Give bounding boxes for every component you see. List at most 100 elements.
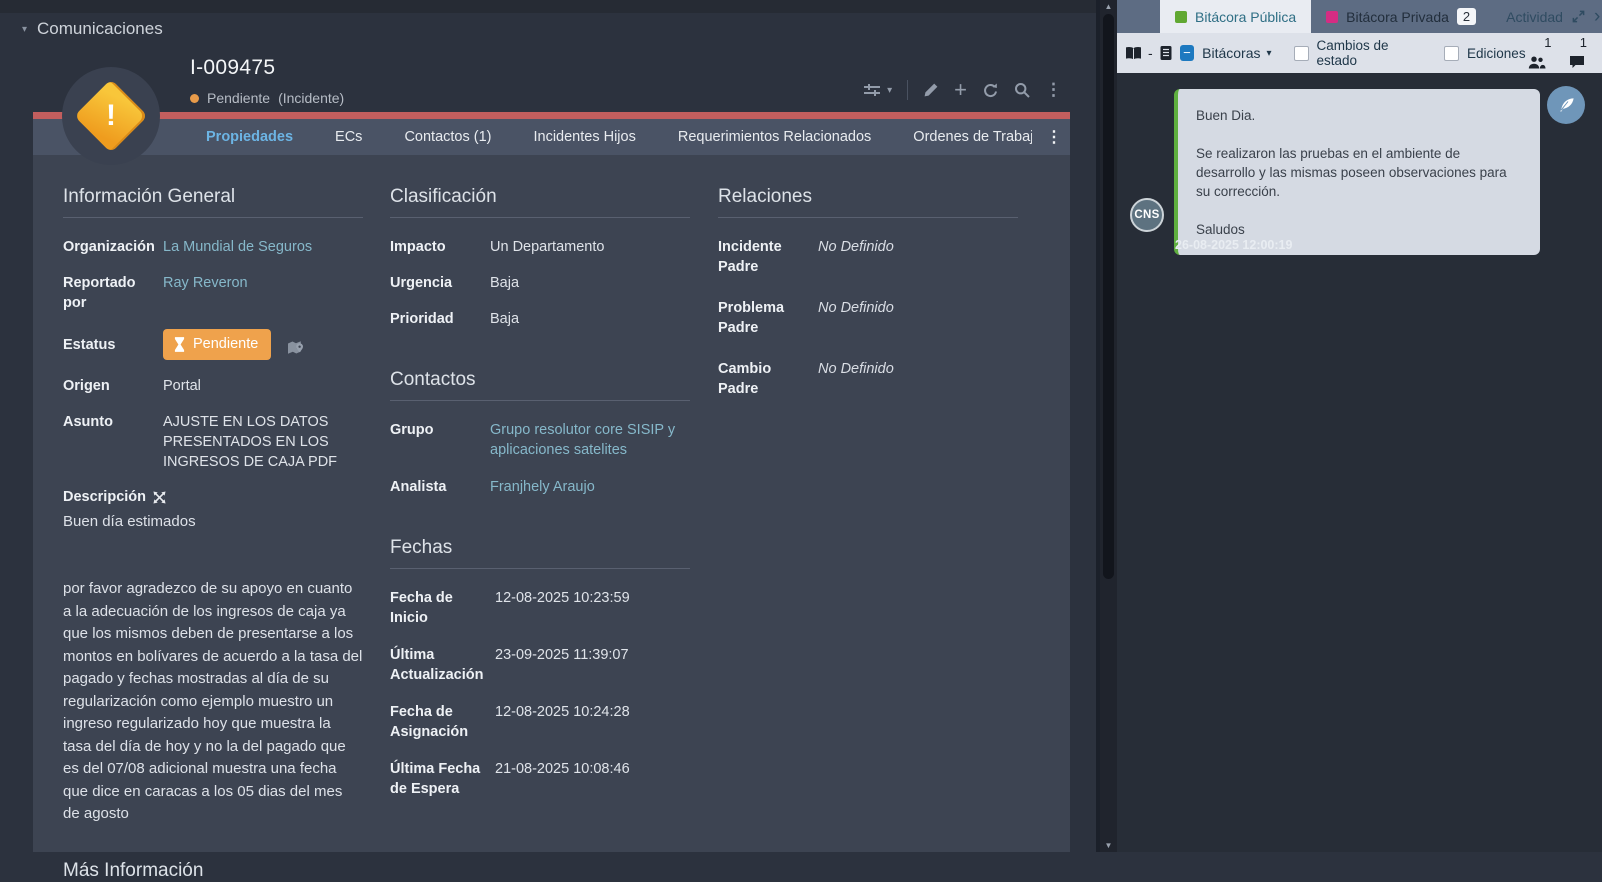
- fecha-inicio-value: 12-08-2025 10:23:59: [495, 588, 690, 628]
- ediciones-checkbox[interactable]: [1444, 46, 1459, 61]
- communications-header: ▾ Comunicaciones: [22, 19, 163, 39]
- expand-icon[interactable]: [153, 491, 166, 504]
- log-toolbar: - − Bitácoras ▾ Cambios de estado Edicio…: [1117, 33, 1602, 73]
- clasificacion-contactos-fechas-column: Clasificación Impacto Un Departamento Ur…: [390, 155, 690, 815]
- ediciones-label: Ediciones: [1467, 46, 1526, 61]
- tab-contactos[interactable]: Contactos (1): [383, 129, 512, 145]
- filter-icon[interactable]: [863, 82, 881, 98]
- scroll-up-icon[interactable]: ▲: [1100, 2, 1117, 11]
- field-impacto: Impacto Un Departamento: [390, 237, 690, 257]
- prioridad-value: Baja: [490, 309, 690, 329]
- organizacion-link[interactable]: La Mundial de Seguros: [163, 237, 363, 257]
- impacto-value: Un Departamento: [490, 237, 690, 257]
- incidente-padre-value: No Definido: [818, 237, 1018, 277]
- field-analista: Analista Franjhely Araujo: [390, 477, 690, 497]
- new-entry-button[interactable]: [1547, 86, 1585, 124]
- descripcion-header: Descripción: [63, 489, 363, 505]
- info-general-section: Información General Organización La Mund…: [63, 155, 363, 882]
- field-prioridad: Prioridad Baja: [390, 309, 690, 329]
- bitacoras-dropdown[interactable]: Bitácoras ▾: [1202, 45, 1271, 61]
- field-origen: Origen Portal: [63, 376, 363, 396]
- descripcion-greeting: Buen día estimados: [63, 511, 363, 533]
- field-label: Última Fecha de Espera: [390, 759, 495, 799]
- tab-bitacora-privada[interactable]: Bitácora Privada 2: [1311, 0, 1491, 33]
- status-badge-label: Pendiente: [193, 334, 258, 354]
- estatus-value: Pendiente: [163, 329, 363, 360]
- tab-bitacora-privada-label: Bitácora Privada: [1346, 9, 1449, 25]
- search-icon[interactable]: [1014, 82, 1030, 98]
- field-label: Cambio Padre: [718, 359, 818, 399]
- log-tabbar: Bitácora Pública Bitácora Privada 2 Acti…: [1117, 0, 1602, 33]
- people-icon[interactable]: [1528, 56, 1546, 69]
- tab-propiedades[interactable]: Propiedades: [185, 129, 314, 145]
- field-label: Fecha de Asignación: [390, 702, 495, 742]
- info-general-title: Información General: [63, 186, 363, 218]
- relaciones-section: Relaciones Incidente Padre No Definido P…: [718, 155, 1018, 415]
- tab-actividad-label: Actividad: [1506, 9, 1563, 25]
- properties-panel: Información General Organización La Mund…: [33, 155, 1070, 852]
- add-icon[interactable]: +: [954, 82, 967, 98]
- urgencia-value: Baja: [490, 273, 690, 293]
- relaciones-title: Relaciones: [718, 186, 1018, 218]
- asunto-value: AJUSTE EN LOS DATOS PRESENTADOS EN LOS I…: [163, 412, 363, 472]
- scroll-down-icon[interactable]: ▼: [1100, 841, 1117, 850]
- status-dot-icon: [190, 94, 199, 103]
- field-reportado-por: Reportado por Ray Reveron: [63, 273, 363, 313]
- field-label: Fecha de Inicio: [390, 588, 495, 628]
- field-label: Analista: [390, 477, 490, 497]
- cambios-de-estado-checkbox[interactable]: [1294, 46, 1309, 61]
- clasificacion-title: Clasificación: [390, 186, 690, 218]
- filter-caret-icon[interactable]: ▾: [887, 85, 892, 96]
- more-options-icon[interactable]: ⋮: [1045, 80, 1062, 100]
- chat-bubble-icon[interactable]: [1569, 55, 1585, 69]
- field-estatus: Estatus Pendiente: [63, 329, 363, 360]
- tab-overflow-icon[interactable]: ⋮: [1044, 127, 1070, 147]
- quill-icon: [1557, 96, 1576, 115]
- field-label: Última Actualización: [390, 645, 495, 685]
- main-scrollbar[interactable]: ▲ ▼: [1100, 0, 1117, 852]
- top-strip: [0, 0, 1097, 13]
- reportado-por-link[interactable]: Ray Reveron: [163, 273, 363, 313]
- open-book-icon[interactable]: [1124, 46, 1143, 61]
- collapse-caret-icon[interactable]: ▾: [22, 24, 27, 35]
- log-panel: Bitácora Pública Bitácora Privada 2 Acti…: [1117, 0, 1602, 852]
- field-ultima-actualizacion: Última Actualización 23-09-2025 11:39:07: [390, 645, 690, 685]
- descripcion-body: por favor agradezco de su apoyo en cuant…: [63, 578, 363, 826]
- expand-panel-icon[interactable]: [1572, 10, 1585, 23]
- status-badge[interactable]: Pendiente: [163, 329, 271, 360]
- tab-ecs[interactable]: ECs: [314, 129, 383, 145]
- field-label: Asunto: [63, 412, 163, 472]
- tab-ordenes-de-trabajo[interactable]: Ordenes de Trabajo: [892, 129, 1032, 145]
- next-tab-chevron-icon[interactable]: ›: [1594, 10, 1600, 24]
- scrollbar-thumb[interactable]: [1103, 14, 1114, 579]
- hourglass-icon: [174, 337, 185, 352]
- refresh-icon[interactable]: [982, 82, 999, 99]
- edit-icon[interactable]: [923, 82, 939, 98]
- status-workflow-map-icon[interactable]: [287, 340, 304, 356]
- incident-type-text: (Incidente): [278, 90, 344, 106]
- tab-actividad[interactable]: Actividad ›: [1491, 0, 1602, 33]
- field-label: Origen: [63, 376, 163, 396]
- fecha-asignacion-value: 12-08-2025 10:24:28: [495, 702, 690, 742]
- tab-bitacora-publica[interactable]: Bitácora Pública: [1160, 0, 1311, 33]
- tab-bitacora-publica-label: Bitácora Pública: [1195, 9, 1296, 25]
- analista-link[interactable]: Franjhely Araujo: [490, 477, 690, 497]
- field-label: Incidente Padre: [718, 237, 818, 277]
- contactos-title: Contactos: [390, 369, 690, 401]
- journal-icon[interactable]: [1159, 45, 1173, 61]
- field-label: Impacto: [390, 237, 490, 257]
- grupo-link[interactable]: Grupo resolutor core SISIP y aplicacione…: [490, 420, 690, 460]
- tab-requerimientos-relacionados[interactable]: Requerimientos Relacionados: [657, 129, 892, 145]
- message-timestamp: 26-08-2025 12:00:19: [1175, 238, 1292, 252]
- members-counter: 1: [1526, 35, 1555, 71]
- toolbar-divider: [907, 80, 908, 100]
- problema-padre-value: No Definido: [818, 298, 1018, 338]
- field-fecha-asignacion: Fecha de Asignación 12-08-2025 10:24:28: [390, 702, 690, 742]
- avatar: CNS: [1130, 198, 1164, 232]
- cambio-padre-value: No Definido: [818, 359, 1018, 399]
- field-label: Prioridad: [390, 309, 490, 329]
- dash-separator: -: [1148, 45, 1153, 61]
- collapse-all-icon[interactable]: −: [1180, 45, 1194, 61]
- tab-incidentes-hijos[interactable]: Incidentes Hijos: [512, 129, 656, 145]
- private-log-square-icon: [1326, 11, 1338, 23]
